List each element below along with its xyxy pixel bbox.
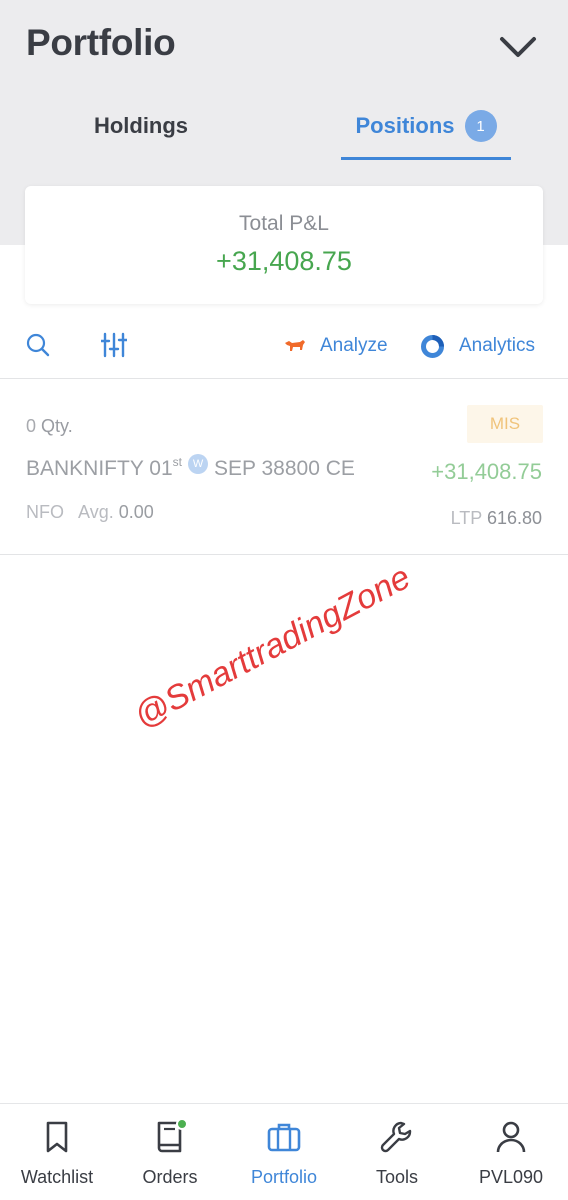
position-qty-value: 0 xyxy=(26,416,37,436)
nav-tools[interactable]: Tools xyxy=(341,1104,453,1200)
position-exchange: NFO xyxy=(26,502,64,522)
search-icon[interactable] xyxy=(26,333,50,357)
nav-profile[interactable]: PVL090 xyxy=(455,1104,567,1200)
nav-portfolio-label: Portfolio xyxy=(250,1167,318,1187)
toolbar-divider xyxy=(0,378,568,379)
position-pnl: +31,408.75 xyxy=(431,459,542,484)
analytics-label: Analytics xyxy=(459,335,536,356)
nav-watchlist[interactable]: Watchlist xyxy=(1,1104,113,1200)
briefcase-icon xyxy=(267,1123,301,1152)
position-contract: SEP 38800 CE xyxy=(214,457,355,480)
total-pnl-label: Total P&L xyxy=(239,212,329,235)
nav-watchlist-label: Watchlist xyxy=(20,1167,94,1187)
bull-icon xyxy=(285,340,305,351)
bottom-navigation: Watchlist Orders Portfolio Tools PVL090 xyxy=(0,1103,568,1200)
position-divider xyxy=(0,554,568,555)
chevron-down-icon[interactable] xyxy=(498,30,538,64)
positions-count-badge: 1 xyxy=(464,110,497,142)
tab-holdings-label: Holdings xyxy=(93,113,189,138)
analyze-label: Analyze xyxy=(320,335,388,356)
total-pnl-card: Total P&L +31,408.75 xyxy=(25,186,543,304)
orders-notification-dot xyxy=(176,1118,188,1130)
nav-orders-label: Orders xyxy=(142,1167,198,1187)
active-tab-indicator xyxy=(341,157,511,160)
position-meta: NFO Avg. 0.00 xyxy=(26,502,154,523)
position-ltp-value: 616.80 xyxy=(486,508,542,528)
orders-icon-wrap xyxy=(152,1118,188,1155)
position-avg-value: 0.00 xyxy=(118,502,154,522)
tab-positions-label: Positions xyxy=(355,113,455,138)
position-avg-label: Avg. xyxy=(78,502,114,522)
position-date-suffix: st xyxy=(172,455,183,469)
position-qty-label: Qty. xyxy=(41,416,73,436)
page-title: Portfolio xyxy=(26,22,176,63)
product-type-badge: MIS xyxy=(467,405,543,443)
tab-positions[interactable]: Positions 1 xyxy=(342,96,510,156)
nav-profile-label: PVL090 xyxy=(478,1167,544,1187)
position-ltp-label: LTP xyxy=(450,508,482,528)
tab-holdings[interactable]: Holdings xyxy=(80,96,202,156)
watermark-text: @SmarttradingZone xyxy=(128,558,417,736)
analyze-button[interactable]: Analyze xyxy=(284,333,388,359)
bookmark-icon xyxy=(46,1121,68,1153)
nav-orders[interactable]: Orders xyxy=(114,1104,226,1200)
total-pnl-value: +31,408.75 xyxy=(216,246,352,276)
sliders-icon[interactable] xyxy=(101,332,127,358)
position-qty: 0 Qty. xyxy=(26,416,73,437)
position-ltp: LTP 616.80 xyxy=(451,508,542,529)
position-symbol: BANKNIFTY 01 xyxy=(26,457,173,480)
nav-portfolio[interactable]: Portfolio xyxy=(228,1104,340,1200)
wrench-icon xyxy=(380,1121,412,1153)
user-icon xyxy=(496,1121,526,1153)
position-instrument: BANKNIFTY 01st W SEP 38800 CE xyxy=(26,454,355,481)
analytics-button[interactable]: Analytics xyxy=(420,333,535,359)
nav-tools-label: Tools xyxy=(375,1167,419,1187)
weekly-expiry-badge: W xyxy=(188,454,209,474)
analytics-ring-icon xyxy=(421,334,444,358)
